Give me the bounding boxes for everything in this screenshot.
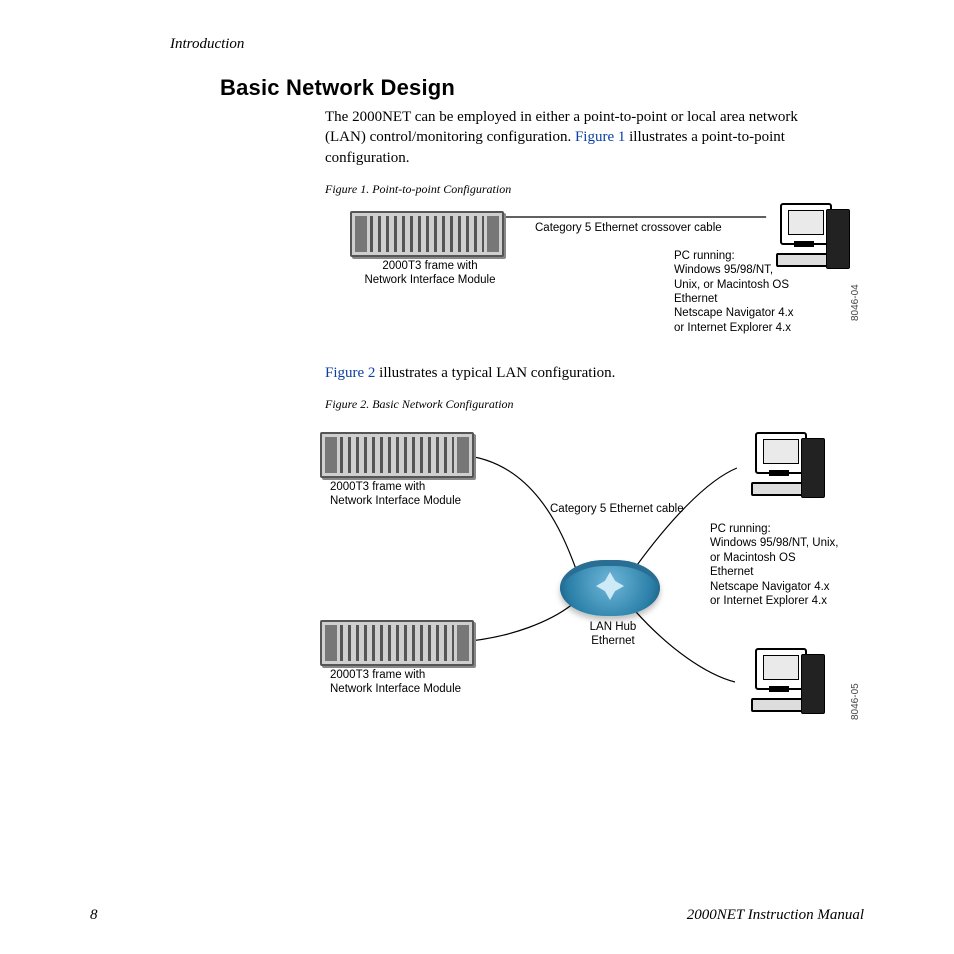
document-title: 2000NET Instruction Manual [687,907,864,924]
figure-2-caption: Figure 2. Basic Network Configuration [325,397,864,412]
pc-spec-label: PC running: Windows 95/98/NT, Unix, or M… [674,249,824,335]
rack-frame-icon [350,211,504,257]
pc-l3: Unix, or Macintosh OS [674,279,789,291]
figure-2: 2000T3 frame with Network Interface Modu… [260,420,844,770]
rack-label: 2000T3 frame with Network Interface Modu… [360,259,500,288]
para2-text-2: illustrates a typical LAN configuration. [379,365,615,381]
pc-l2: Windows 95/98/NT, [674,264,773,276]
pc-l6: or Internet Explorer 4.x [674,322,791,334]
running-header: Introduction [170,36,864,53]
paragraph-2: Figure 2 illustrates a typical LAN confi… [325,363,834,383]
rack-label-line1: 2000T3 frame with [382,260,477,272]
rack-frame-icon [320,432,474,478]
page-number: 8 [90,907,98,924]
heading-basic-network-design: Basic Network Design [220,75,864,101]
pc2-l1: PC running: [710,523,771,535]
pc-l4: Ethernet [674,293,717,305]
rack-label-line2: Network Interface Module [364,274,495,286]
figure-code-2: 8046-05 [850,683,861,720]
pc-spec-label-2: PC running: Windows 95/98/NT, Unix, or M… [710,522,870,608]
rack-label-top: 2000T3 frame with Network Interface Modu… [330,480,480,509]
pc2-l3: or Macintosh OS [710,552,796,564]
pc2-l5: Netscape Navigator 4.x [710,581,830,593]
pc-l5: Netscape Navigator 4.x [674,307,794,319]
pc-icon [745,648,825,718]
pc-l1: PC running: [674,250,735,262]
pc-icon [745,432,825,502]
cable-label: Category 5 Ethernet crossover cable [535,221,722,235]
lan-hub-icon [560,560,660,616]
rack2b-l2: Network Interface Module [330,683,461,695]
rack-label-bottom: 2000T3 frame with Network Interface Modu… [330,668,480,697]
rack2a-l1: 2000T3 frame with [330,481,425,493]
hub-l2: Ethernet [591,635,634,647]
hub-l1: LAN Hub [590,621,637,633]
figure-1: 2000T3 frame with Network Interface Modu… [260,203,844,363]
paragraph-1: The 2000NET can be employed in either a … [325,107,834,168]
figure-1-caption: Figure 1. Point-to-point Configuration [325,182,864,197]
hub-label: LAN Hub Ethernet [578,620,648,649]
figure-1-link[interactable]: Figure 1 [575,129,625,145]
figure-2-link[interactable]: Figure 2 [325,365,375,381]
pc2-l4: Ethernet [710,566,753,578]
rack2b-l1: 2000T3 frame with [330,669,425,681]
pc2-l2: Windows 95/98/NT, Unix, [710,537,838,549]
page-footer: 8 2000NET Instruction Manual [90,907,864,924]
figure-code: 8046-04 [850,284,861,321]
pc2-l6: or Internet Explorer 4.x [710,595,827,607]
rack2a-l2: Network Interface Module [330,495,461,507]
cable-label-2: Category 5 Ethernet cable [550,502,684,516]
rack-frame-icon [320,620,474,666]
